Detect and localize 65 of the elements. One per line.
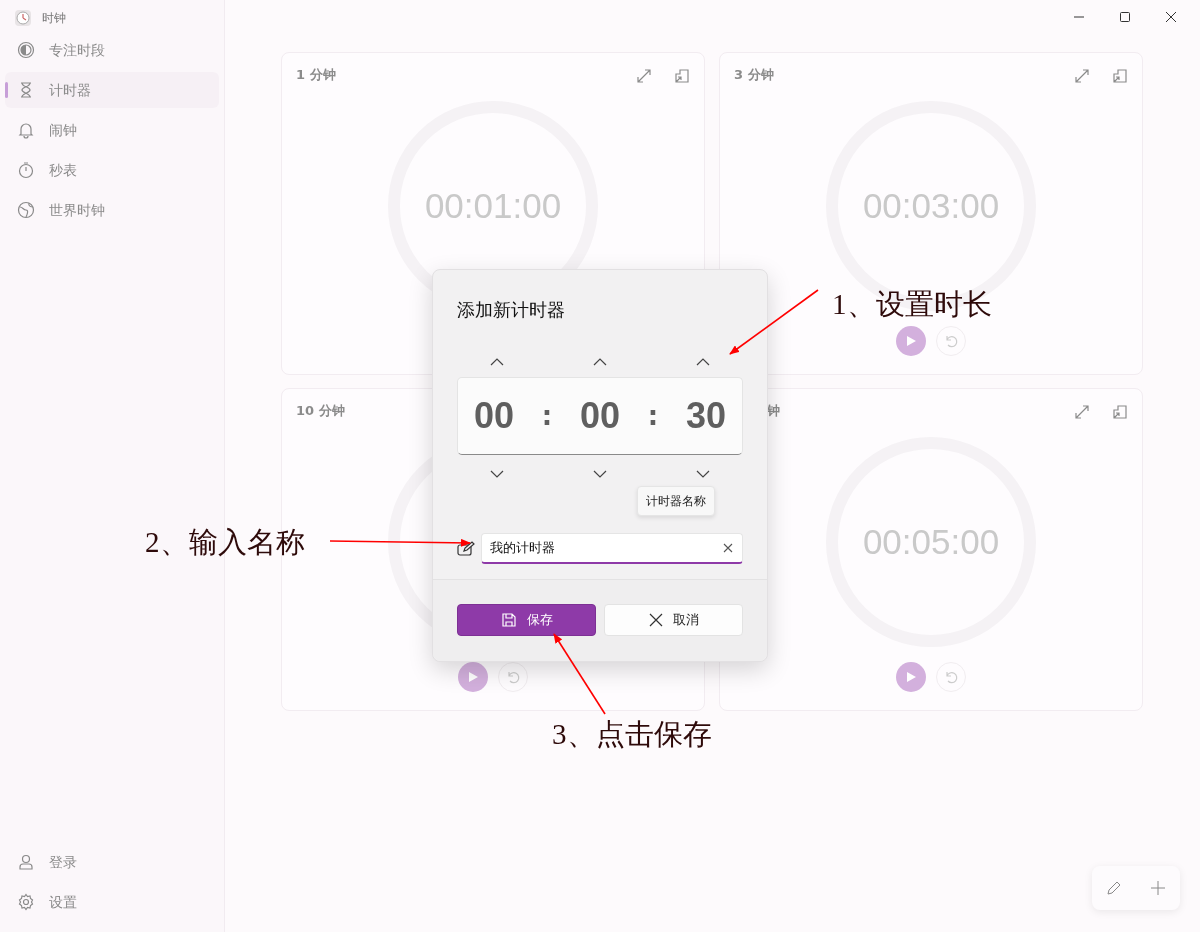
play-icon (905, 335, 917, 347)
expand-icon (1074, 403, 1090, 420)
sidebar-item[interactable]: 闹钟 (5, 112, 219, 148)
sidebar-item[interactable]: 世界时钟 (5, 192, 219, 228)
chevron-down-icon (593, 470, 607, 478)
window-icon (674, 67, 690, 84)
focus-icon (17, 41, 35, 59)
play-button[interactable] (896, 662, 926, 692)
clear-button[interactable] (723, 543, 733, 553)
dialog-title: 添加新计时器 (457, 298, 566, 322)
tooltip: 计时器名称 (637, 486, 715, 516)
stopwatch-icon (17, 161, 35, 179)
play-icon (905, 671, 917, 683)
annotation-text: 2、输入名称 (145, 525, 305, 560)
sidebar-item[interactable]: 专注时段 (5, 32, 219, 68)
expand-icon (636, 67, 652, 84)
save-button[interactable]: 保存 (457, 604, 596, 636)
expand-icon (1074, 67, 1090, 84)
add-button[interactable] (1148, 878, 1168, 898)
annotation-text: 3、点击保存 (552, 717, 712, 752)
close-icon (648, 613, 663, 627)
play-button[interactable] (458, 662, 488, 692)
globe-icon (17, 201, 35, 219)
time-separator: : (541, 399, 553, 433)
chevron-down-icon (490, 470, 504, 478)
sidebar-item[interactable]: 计时器 (5, 72, 219, 108)
person-icon (17, 853, 35, 871)
gear-icon (17, 893, 35, 911)
time-separator: : (647, 399, 659, 433)
card-title: 钟 (766, 402, 780, 421)
maximize-icon (1119, 11, 1131, 23)
card-title: 10 分钟 (296, 402, 345, 421)
close-icon (1165, 11, 1177, 23)
annotation-text: 1、设置时长 (832, 287, 992, 322)
bell-icon (17, 121, 35, 139)
sidebar-item[interactable]: 秒表 (5, 152, 219, 188)
sidebar-item[interactable]: 设置 (5, 884, 219, 920)
sidebar-item[interactable]: 登录 (5, 844, 219, 880)
reset-icon (506, 670, 520, 684)
play-button[interactable] (896, 326, 926, 356)
window-icon (1112, 67, 1128, 84)
reset-icon (944, 334, 958, 348)
close-icon (723, 543, 733, 553)
card-title: 1 分钟 (296, 66, 336, 85)
chevron-up-icon (593, 358, 607, 366)
pencil-icon (1106, 880, 1122, 896)
clock-icon (14, 9, 32, 27)
time-digits: 00 (579, 394, 620, 438)
name-field[interactable]: 我的计时器 (481, 533, 743, 564)
time-digits: 30 (685, 394, 726, 438)
chevron-up-icon (490, 358, 504, 366)
card-title: 3 分钟 (734, 66, 774, 85)
chevron-down-icon (696, 470, 710, 478)
plus-icon (1150, 880, 1166, 896)
reset-icon (944, 670, 958, 684)
selection-indicator (5, 82, 8, 98)
cancel-button[interactable]: 取消 (604, 604, 743, 636)
save-icon (500, 612, 517, 628)
chevron-up-icon (696, 358, 710, 366)
app-title: 时钟 (42, 10, 66, 27)
time-digits: 00 (474, 394, 515, 438)
edit-icon (457, 540, 475, 557)
play-icon (467, 671, 479, 683)
window-icon (1112, 403, 1128, 420)
time-picker[interactable]: 00 : 00 : 30 (457, 377, 743, 455)
